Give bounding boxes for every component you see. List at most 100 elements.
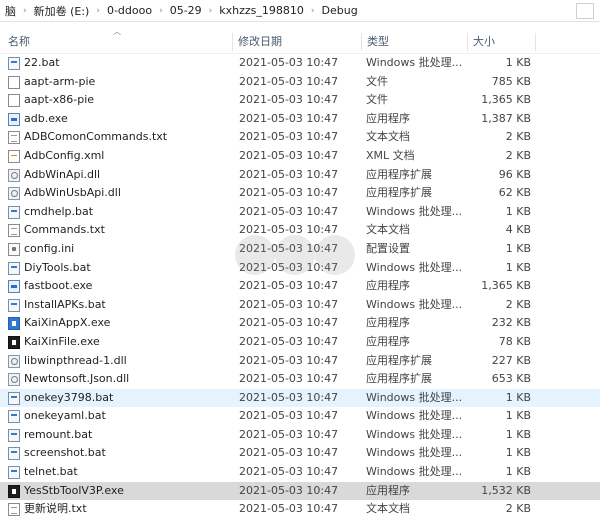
column-header-date[interactable]: 修改日期: [234, 31, 360, 53]
file-name: cmdhelp.bat: [24, 204, 94, 218]
file-row[interactable]: remount.bat 2021-05-03 10:47 Windows 批处理..…: [0, 426, 600, 445]
file-date: 2021-05-03 10:47: [239, 167, 339, 181]
file-name: aapt-arm-pie: [24, 74, 96, 88]
file-type: 应用程序扩展: [366, 186, 432, 200]
file-type: 应用程序扩展: [366, 353, 432, 367]
breadcrumb-item-1[interactable]: 新加卷 (E:): [29, 3, 95, 19]
column-divider[interactable]: [467, 33, 468, 51]
file-row[interactable]: cmdhelp.bat 2021-05-03 10:47 Windows 批处理..…: [0, 203, 600, 222]
file-name: KaiXinFile.exe: [24, 334, 100, 348]
file-size: 2 KB: [505, 148, 531, 162]
file-type: Windows 批处理...: [366, 409, 463, 423]
file-name: 更新说明.txt: [24, 502, 87, 516]
file-date: 2021-05-03 10:47: [239, 465, 339, 479]
dll-file-icon: [8, 187, 20, 201]
dll-file-icon: [8, 373, 20, 387]
file-row[interactable]: ADBComonCommands.txt 2021-05-03 10:47 文本文档…: [0, 128, 600, 147]
file-size: 62 KB: [498, 186, 531, 200]
file-size: 1 KB: [505, 390, 531, 404]
bat-file-icon: [8, 261, 20, 275]
file-date: 2021-05-03 10:47: [239, 56, 339, 69]
file-row[interactable]: 22.bat 2021-05-03 10:47 Windows 批处理... 1 KB: [0, 54, 600, 73]
file-row[interactable]: fastboot.exe 2021-05-03 10:47 应用程序 1,365 KB: [0, 277, 600, 296]
file-name: onekey3798.bat: [24, 390, 114, 404]
bat-file-icon: [8, 466, 20, 480]
bat-file-icon: [8, 410, 20, 424]
file-size: 1,365 KB: [481, 279, 531, 293]
breadcrumb-separator-icon: ›: [159, 5, 163, 16]
file-type: 应用程序: [366, 111, 410, 125]
file-name: fastboot.exe: [24, 279, 93, 293]
file-date: 2021-05-03 10:47: [239, 241, 339, 255]
file-date: 2021-05-03 10:47: [239, 148, 339, 162]
file-name: aapt-x86-pie: [24, 93, 95, 107]
file-row[interactable]: onekey3798.bat 2021-05-03 10:47 Windows 批处…: [0, 388, 600, 408]
file-name: remount.bat: [24, 427, 93, 441]
breadcrumb-separator-icon: ›: [310, 5, 315, 16]
file-row[interactable]: KaiXinAppX.exe 2021-05-03 10:47 应用程序 232 KB: [0, 314, 600, 333]
breadcrumb-item-2[interactable]: 0-ddooo: [102, 4, 157, 17]
file-row[interactable]: telnet.bat 2021-05-03 10:47 Windows 批处理...…: [0, 463, 600, 482]
breadcrumb-item-0[interactable]: 脑: [0, 3, 21, 19]
dark-file-icon: [8, 335, 20, 349]
breadcrumb-item-4[interactable]: kxhzzs_198810: [214, 4, 309, 17]
file-row[interactable]: 更新说明.txt 2021-05-03 10:47 文本文档 2 KB: [0, 500, 600, 519]
breadcrumb-item-3[interactable]: 05-29: [165, 4, 207, 17]
file-date: 2021-05-03 10:47: [239, 111, 339, 125]
file-type: Windows 批处理...: [366, 390, 463, 404]
breadcrumb-separator-icon: ›: [208, 5, 213, 16]
file-size: 653 KB: [491, 372, 531, 386]
file-date: 2021-05-03 10:47: [239, 130, 339, 144]
breadcrumb-item-5[interactable]: Debug: [317, 4, 363, 17]
file-name: onekeyaml.bat: [24, 409, 106, 423]
bat-file-icon: [8, 57, 20, 70]
column-header-type[interactable]: 类型: [363, 31, 465, 53]
file-row[interactable]: config.ini 2021-05-03 10:47 配置设置 1 KB: [0, 240, 600, 259]
column-divider[interactable]: [232, 33, 233, 51]
file-name: AdbWinUsbApi.dll: [24, 186, 121, 200]
file-row[interactable]: aapt-x86-pie 2021-05-03 10:47 文件 1,365 KB: [0, 91, 600, 110]
file-name: screenshot.bat: [24, 446, 106, 460]
file-row[interactable]: InstallAPKs.bat 2021-05-03 10:47 Windows 批…: [0, 296, 600, 315]
xml-file-icon: [8, 149, 20, 163]
column-header-size[interactable]: 大小: [469, 31, 533, 53]
refresh-button[interactable]: [576, 3, 594, 19]
file-name: config.ini: [24, 241, 75, 255]
doc-file-icon: [8, 75, 20, 89]
file-date: 2021-05-03 10:47: [239, 204, 339, 218]
file-row[interactable]: YesStbToolV3P.exe 2021-05-03 10:47 应用程序 1,5…: [0, 481, 600, 501]
file-date: 2021-05-03 10:47: [239, 353, 339, 367]
file-date: 2021-05-03 10:47: [239, 316, 339, 330]
file-size: 1 KB: [505, 204, 531, 218]
breadcrumb-separator-icon: ›: [96, 5, 100, 16]
file-row[interactable]: onekeyaml.bat 2021-05-03 10:47 Windows 批处理…: [0, 407, 600, 426]
file-name: libwinpthread-1.dll: [24, 353, 127, 367]
file-row[interactable]: Newtonsoft.Json.dll 2021-05-03 10:47 应用程序扩…: [0, 370, 600, 389]
file-size: 2 KB: [505, 297, 531, 311]
file-size: 2 KB: [505, 130, 531, 144]
column-divider[interactable]: [361, 33, 362, 51]
file-row[interactable]: AdbWinUsbApi.dll 2021-05-03 10:47 应用程序扩展 62…: [0, 184, 600, 203]
file-date: 2021-05-03 10:47: [239, 390, 339, 404]
file-name: AdbConfig.xml: [24, 148, 105, 162]
doc-file-icon: [8, 94, 20, 108]
file-size: 1 KB: [505, 409, 531, 423]
file-row[interactable]: Commands.txt 2021-05-03 10:47 文本文档 4 KB: [0, 221, 600, 240]
file-row[interactable]: AdbWinApi.dll 2021-05-03 10:47 应用程序扩展 96 KB: [0, 166, 600, 185]
file-size: 1 KB: [505, 465, 531, 479]
file-row[interactable]: aapt-arm-pie 2021-05-03 10:47 文件 785 KB: [0, 73, 600, 92]
column-divider[interactable]: [535, 33, 536, 51]
txt-file-icon: [8, 224, 20, 238]
file-size: 1 KB: [505, 241, 531, 255]
file-row[interactable]: adb.exe 2021-05-03 10:47 应用程序 1,387 KB: [0, 110, 600, 129]
file-row[interactable]: libwinpthread-1.dll 2021-05-03 10:47 应用程序扩…: [0, 352, 600, 371]
file-row[interactable]: KaiXinFile.exe 2021-05-03 10:47 应用程序 78 KB: [0, 333, 600, 352]
file-type: 文件: [366, 93, 388, 107]
breadcrumb-separator-icon: ›: [23, 5, 27, 16]
file-row[interactable]: DiyTools.bat 2021-05-03 10:47 Windows 批处理.…: [0, 259, 600, 278]
file-row[interactable]: screenshot.bat 2021-05-03 10:47 Windows 批处…: [0, 444, 600, 463]
address-bar[interactable]: 脑 › 新加卷 (E:) › 0-ddooo › 05-29 › kxhzzs_…: [0, 0, 600, 22]
file-row[interactable]: AdbConfig.xml 2021-05-03 10:47 XML 文档 2 KB: [0, 147, 600, 166]
file-size: 1,532 KB: [481, 483, 531, 497]
column-header-name[interactable]: 名称: [4, 31, 230, 53]
